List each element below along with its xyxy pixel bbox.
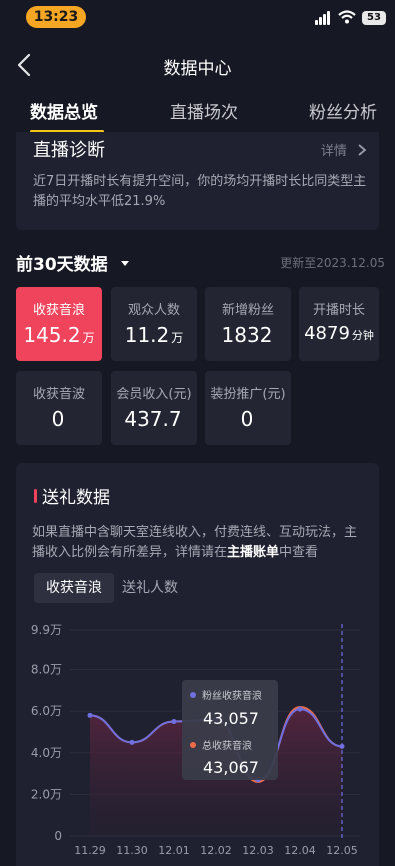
- diagnosis-card[interactable]: 直播诊断 详情 近7日开播时长有提升空间，你的场均开播时长比同类型主播的平均水平…: [16, 132, 379, 230]
- cellular-signal-icon: [315, 11, 333, 25]
- tooltip-value-total: 43,067: [203, 758, 259, 777]
- stat-promotion-tile[interactable]: 装扮推广(元) 0: [205, 371, 291, 445]
- bill-link[interactable]: 主播账单: [227, 545, 279, 560]
- stat-membership-tile[interactable]: 会员收入(元) 437.7: [111, 371, 197, 445]
- diagnosis-detail-label: 详情: [320, 144, 347, 159]
- battery-icon: 53: [362, 11, 386, 25]
- gift-title: 送礼数据: [42, 488, 110, 508]
- tab-overview[interactable]: 数据总览: [30, 98, 98, 123]
- stat-new-fans-tile[interactable]: 新增粉丝 1832: [205, 287, 291, 361]
- status-bar: 13:23 53: [0, 0, 395, 34]
- stat-label: 新增粉丝: [221, 303, 274, 318]
- x-tick-label: 12.04: [284, 844, 316, 857]
- stat-label: 开播时长: [312, 303, 365, 318]
- stat-value: 437.7: [124, 407, 182, 431]
- period-title: 前30天数据: [16, 255, 108, 275]
- x-tick-label: 12.01: [158, 844, 190, 857]
- stat-value: 11.2 万: [124, 323, 184, 347]
- x-tick-label: 12.05: [326, 844, 358, 857]
- wifi-icon: [338, 10, 356, 24]
- x-tick-label: 12.02: [200, 844, 232, 857]
- period-selector[interactable]: 前30天数据: [16, 250, 130, 275]
- stat-duration-tile[interactable]: 开播时长 4879 分钟: [299, 287, 379, 361]
- data-point: [171, 719, 177, 725]
- stat-value: 0: [240, 407, 254, 431]
- diagnosis-text: 近7日开播时长有提升空间，你的场均开播时长比同类型主播的平均水平低21.9%: [33, 174, 367, 209]
- y-tick-label: 9.9万: [31, 623, 62, 637]
- segment-gifters[interactable]: 送礼人数: [110, 573, 190, 603]
- gift-description: 如果直播中含聊天室连线收入，付费连线、互动玩法，主播收入比例会有所差异，详情请在…: [32, 525, 358, 560]
- segment-income[interactable]: 收获音浪: [34, 573, 114, 603]
- page-title: 数据中心: [163, 59, 232, 79]
- stat-value: 145.2 万: [23, 323, 95, 347]
- caret-down-icon: [120, 261, 129, 266]
- y-tick-label: 2.0万: [31, 787, 62, 801]
- nav-bar: 数据中心: [0, 40, 395, 88]
- x-tick-label: 11.29: [74, 844, 106, 857]
- tab-bar: 数据总览 直播场次 粉丝分析: [0, 92, 395, 134]
- update-time: 更新至2023.12.05: [280, 256, 385, 270]
- stat-label: 会员收入(元): [116, 387, 192, 402]
- y-tick-label: 6.0万: [31, 704, 62, 718]
- stat-label: 收获音浪: [32, 303, 85, 318]
- y-tick-label: 8.0万: [31, 663, 62, 677]
- tab-fans[interactable]: 粉丝分析: [309, 98, 377, 123]
- y-tick-label: 4.0万: [31, 746, 62, 760]
- stat-label: 收获音波: [32, 387, 85, 402]
- legend-dot-fans: [190, 692, 196, 698]
- diagnosis-title: 直播诊断: [33, 140, 105, 161]
- stat-value: 1832: [221, 323, 273, 347]
- tab-sessions[interactable]: 直播场次: [170, 98, 238, 123]
- legend-dot-total: [190, 742, 196, 748]
- stat-viewers-tile[interactable]: 观众人数 11.2 万: [111, 287, 197, 361]
- stat-income-tile[interactable]: 收获音浪 145.2 万: [16, 287, 102, 361]
- tooltip-label-total: 总收获音浪: [202, 739, 252, 752]
- section-accent-bar: [34, 489, 37, 503]
- stat-soundwave-tile[interactable]: 收获音波 0: [16, 371, 102, 445]
- data-point: [87, 712, 93, 718]
- data-point: [297, 706, 303, 712]
- stat-label: 观众人数: [127, 303, 180, 318]
- x-tick-label: 11.30: [116, 844, 148, 857]
- tooltip-value-fans: 43,057: [203, 709, 259, 728]
- income-chart: 0 2.0万 4.0万 6.0万 8.0万 9.9万 11.29 11.30 12.01 12.…: [31, 623, 360, 857]
- x-tick-label: 12.03: [242, 844, 274, 857]
- data-point: [129, 739, 135, 745]
- y-tick-label: 0: [54, 829, 62, 843]
- status-time: 13:23: [26, 6, 86, 28]
- diagnosis-detail-link[interactable]: 详情: [321, 140, 369, 159]
- chevron-right-icon: [358, 144, 367, 156]
- tooltip-label-fans: 粉丝收获音浪: [202, 689, 262, 702]
- stat-label: 装扮推广(元): [210, 387, 286, 402]
- stat-value: 0: [51, 407, 65, 431]
- stat-value: 4879 分钟: [304, 323, 374, 344]
